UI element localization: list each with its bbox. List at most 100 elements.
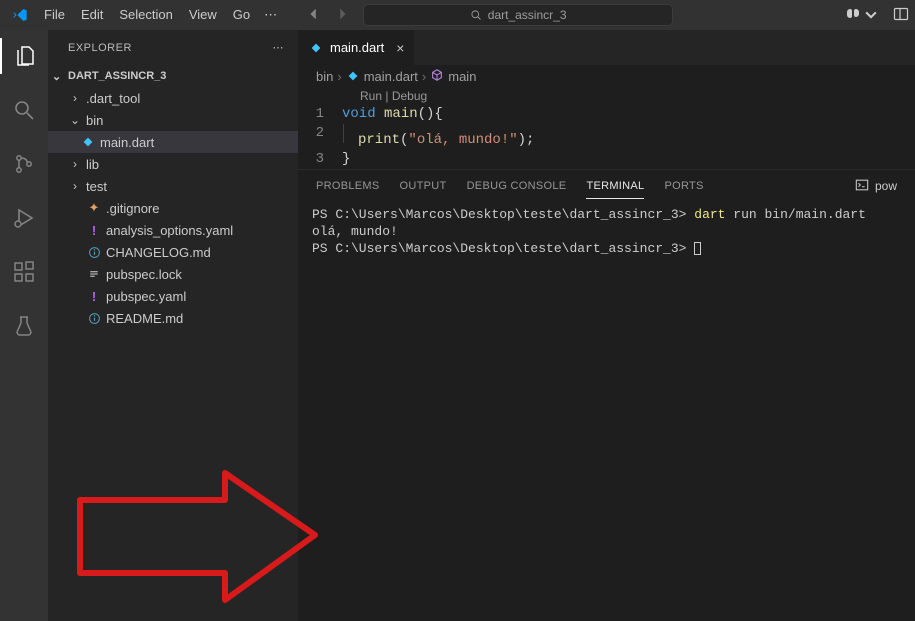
bottom-panel: PROBLEMS OUTPUT DEBUG CONSOLE TERMINAL P… xyxy=(298,169,915,314)
file-label: main.dart xyxy=(100,135,154,150)
file-label: analysis_options.yaml xyxy=(106,223,233,238)
panel-tab-terminal[interactable]: TERMINAL xyxy=(586,174,644,199)
menu-selection[interactable]: Selection xyxy=(111,3,180,27)
file-readme[interactable]: README.md xyxy=(48,307,298,329)
activity-testing-icon[interactable] xyxy=(0,308,48,344)
chevron-down-icon: ⌄ xyxy=(68,113,82,127)
term-args: run bin/main.dart xyxy=(725,207,865,222)
nav-buttons xyxy=(307,7,349,24)
menu-file[interactable]: File xyxy=(36,3,73,27)
folder-label: lib xyxy=(86,157,99,172)
menu-view[interactable]: View xyxy=(181,3,225,27)
explorer-title: EXPLORER xyxy=(68,42,132,54)
copilot-icon[interactable] xyxy=(845,6,879,25)
file-label: CHANGELOG.md xyxy=(106,245,211,260)
panel-tab-problems[interactable]: PROBLEMS xyxy=(316,174,380,198)
yaml-file-icon: ! xyxy=(86,222,102,238)
menu-go[interactable]: Go xyxy=(225,3,258,27)
crumb-symbol[interactable]: main xyxy=(448,69,476,84)
dart-file-icon xyxy=(346,69,360,83)
workspace-header[interactable]: ⌄ DART_ASSINCR_3 xyxy=(48,65,298,87)
explorer-more-icon[interactable]: ⋯ xyxy=(273,41,285,54)
crumb-bin[interactable]: bin xyxy=(316,69,333,84)
terminal-shell-icon[interactable] xyxy=(855,178,869,195)
menu-edit[interactable]: Edit xyxy=(73,3,111,27)
file-pubspec-lock[interactable]: pubspec.lock xyxy=(48,263,298,285)
code-editor[interactable]: 1 void main(){ 2 print("olá, mundo!"); 3… xyxy=(298,105,915,169)
layout-icon[interactable] xyxy=(893,6,909,25)
crumb-file[interactable]: main.dart xyxy=(364,69,418,84)
file-tree: › .dart_tool ⌄ bin main.dart › lib › tes… xyxy=(48,87,298,329)
activity-search-icon[interactable] xyxy=(0,92,48,128)
info-file-icon xyxy=(86,310,102,326)
tab-main-dart[interactable]: main.dart × xyxy=(298,30,415,65)
panel-tab-ports[interactable]: PORTS xyxy=(664,174,703,198)
line-number: 2 xyxy=(298,124,342,150)
file-changelog[interactable]: CHANGELOG.md xyxy=(48,241,298,263)
chevron-right-icon: › xyxy=(68,91,82,105)
folder-lib[interactable]: › lib xyxy=(48,153,298,175)
codelens: Run | Debug xyxy=(298,87,915,105)
breadcrumbs[interactable]: bin › main.dart › main xyxy=(298,65,915,87)
editor-group: main.dart × bin › main.dart › main Run |… xyxy=(298,30,915,621)
terminal-cursor-icon xyxy=(694,242,701,255)
term-stdout: olá, mundo! xyxy=(312,223,901,240)
nav-back-icon[interactable] xyxy=(307,7,321,24)
line-number: 3 xyxy=(298,150,342,169)
tab-close-icon[interactable]: × xyxy=(396,40,404,56)
term-prompt: PS C:\Users\Marcos\Desktop\teste\dart_as… xyxy=(312,241,694,256)
folder-label: bin xyxy=(86,113,103,128)
file-pubspec-yaml[interactable]: ! pubspec.yaml xyxy=(48,285,298,307)
dart-file-icon xyxy=(308,40,324,56)
dart-file-icon xyxy=(80,134,96,150)
vscode-logo-icon xyxy=(12,7,30,23)
tab-label: main.dart xyxy=(330,40,384,55)
folder-label: .dart_tool xyxy=(86,91,140,106)
panel-tab-debug[interactable]: DEBUG CONSOLE xyxy=(467,174,567,198)
folder-dart-tool[interactable]: › .dart_tool xyxy=(48,87,298,109)
menubar: File Edit Selection View Go ⋯ xyxy=(36,3,283,27)
file-gitignore[interactable]: ✦ .gitignore xyxy=(48,197,298,219)
terminal-output[interactable]: PS C:\Users\Marcos\Desktop\teste\dart_as… xyxy=(298,202,915,261)
folder-test[interactable]: › test xyxy=(48,175,298,197)
file-label: .gitignore xyxy=(106,201,159,216)
info-file-icon xyxy=(86,244,102,260)
folder-label: test xyxy=(86,179,107,194)
activitybar xyxy=(0,30,48,621)
menu-more-icon[interactable]: ⋯ xyxy=(258,3,283,27)
chevron-right-icon: › xyxy=(68,157,82,171)
symbol-cube-icon xyxy=(430,68,444,85)
terminal-shell-label: pow xyxy=(875,179,897,193)
sidebar-explorer: EXPLORER ⋯ ⌄ DART_ASSINCR_3 › .dart_tool… xyxy=(48,30,298,621)
codelens-run[interactable]: Run xyxy=(360,89,382,103)
chevron-right-icon: › xyxy=(337,69,341,84)
titlebar: File Edit Selection View Go ⋯ dart_assin… xyxy=(0,0,915,30)
term-command: dart xyxy=(694,207,725,222)
activity-extensions-icon[interactable] xyxy=(0,254,48,290)
term-prompt: PS C:\Users\Marcos\Desktop\teste\dart_as… xyxy=(312,207,694,222)
yaml-file-icon: ! xyxy=(86,288,102,304)
panel-tab-output[interactable]: OUTPUT xyxy=(400,174,447,198)
activity-scm-icon[interactable] xyxy=(0,146,48,182)
activity-explorer-icon[interactable] xyxy=(0,38,48,74)
chevron-right-icon: › xyxy=(68,179,82,193)
file-analysis-options[interactable]: ! analysis_options.yaml xyxy=(48,219,298,241)
line-number: 1 xyxy=(298,105,342,124)
file-label: pubspec.yaml xyxy=(106,289,186,304)
command-center[interactable]: dart_assincr_3 xyxy=(363,4,673,26)
chevron-down-icon: ⌄ xyxy=(52,70,68,83)
search-icon xyxy=(470,9,482,21)
nav-forward-icon[interactable] xyxy=(335,7,349,24)
workspace-name: DART_ASSINCR_3 xyxy=(68,70,166,82)
command-center-text: dart_assincr_3 xyxy=(488,8,567,22)
file-label: pubspec.lock xyxy=(106,267,182,282)
codelens-debug[interactable]: Debug xyxy=(392,89,427,103)
folder-bin[interactable]: ⌄ bin xyxy=(48,109,298,131)
editor-tabs: main.dart × xyxy=(298,30,915,65)
file-main-dart[interactable]: main.dart xyxy=(48,131,298,153)
lock-file-icon xyxy=(86,266,102,282)
git-file-icon: ✦ xyxy=(86,200,102,216)
activity-debug-icon[interactable] xyxy=(0,200,48,236)
chevron-right-icon: › xyxy=(422,69,426,84)
file-label: README.md xyxy=(106,311,183,326)
